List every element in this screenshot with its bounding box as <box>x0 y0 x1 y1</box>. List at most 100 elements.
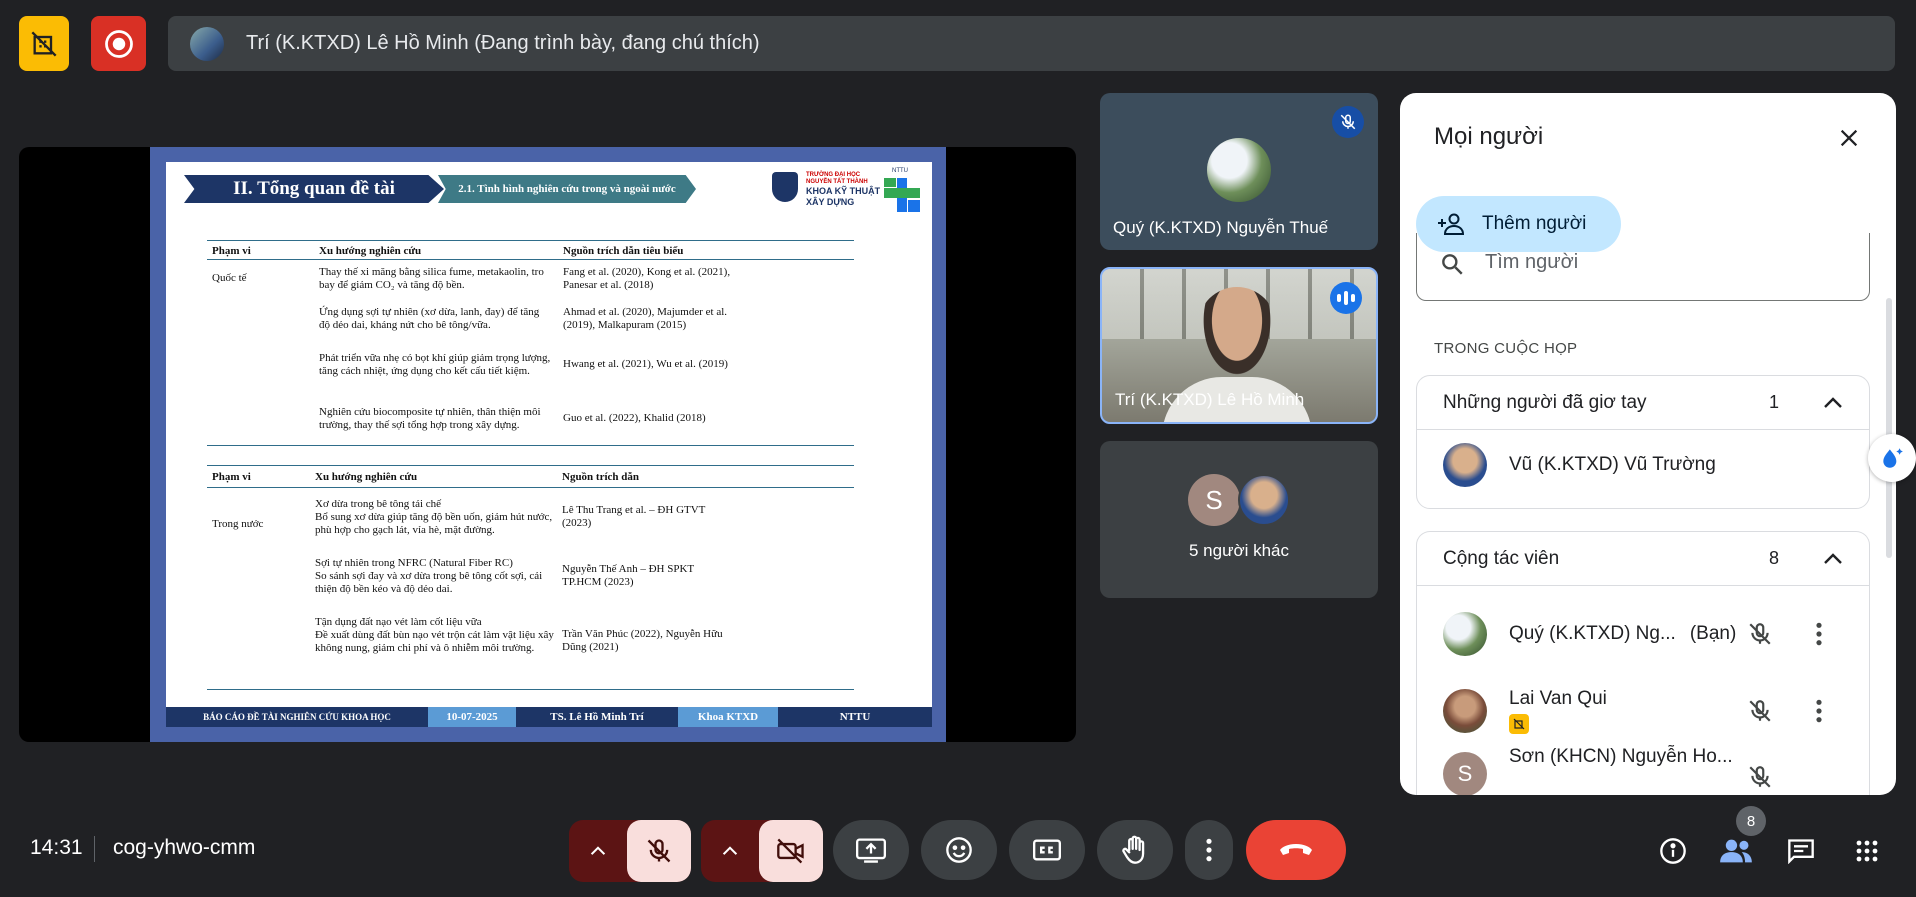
close-panel-button[interactable] <box>1832 121 1866 155</box>
videocam-off-icon <box>777 838 804 864</box>
meeting-info-button[interactable] <box>1651 829 1695 873</box>
table-cell: Sợi tự nhiên trong NFRC (Natural Fiber R… <box>315 557 543 595</box>
slide-subtitle: 2.1. Tình hình nghiên cứu trong và ngoài… <box>438 175 696 203</box>
slide-title: II. Tổng quan đề tài <box>184 175 444 203</box>
footer-brand: NTTU <box>839 711 871 723</box>
participant-name: Sơn (KHCN) Nguyễn Ho... <box>1509 746 1733 767</box>
video-off-badge-icon <box>1509 714 1529 734</box>
collaborators-header[interactable]: Cộng tác viên 8 <box>1417 532 1869 586</box>
table-cell: Trần Văn Phúc (2022), Nguyễn Hữu Dũng (2… <box>562 628 723 653</box>
participant-name: Quý (K.KTXD) Ng... <box>1509 623 1676 644</box>
presenter-video <box>1198 287 1276 383</box>
chevron-up-icon <box>1824 552 1842 564</box>
panel-scrollbar[interactable] <box>1886 298 1892 558</box>
more-vert-icon[interactable] <box>1815 698 1823 724</box>
raised-hands-label: Những người đã giơ tay <box>1443 391 1647 413</box>
stop-recording-button[interactable] <box>91 16 146 71</box>
intl-header-scope: Phạm vi <box>212 245 251 257</box>
intl-header-trend: Xu hướng nghiên cứu <box>319 245 422 257</box>
presentation-stage[interactable]: II. Tổng quan đề tài 2.1. Tình hình nghi… <box>19 147 1076 742</box>
mic-control <box>569 820 691 882</box>
raised-hands-header[interactable]: Những người đã giơ tay 1 <box>1417 376 1869 430</box>
list-item[interactable]: Lai Van Qui <box>1417 678 1871 744</box>
participant-tile-quy[interactable]: Quý (K.KTXD) Nguyễn Thuế <box>1100 93 1378 250</box>
captions-button[interactable] <box>1009 820 1085 880</box>
video-off-building-icon <box>31 31 57 56</box>
add-people-label: Thêm người <box>1482 213 1587 234</box>
raised-hands-count: 1 <box>1768 392 1779 412</box>
participant-name: Lai Van Qui <box>1509 688 1607 709</box>
droplet-sparkle-icon <box>1883 448 1903 468</box>
presenter-avatar <box>190 26 224 61</box>
more-vert-icon[interactable] <box>1815 621 1823 647</box>
record-icon <box>104 29 133 58</box>
sparkle-droplet-button[interactable] <box>1868 434 1916 482</box>
presenter-banner[interactable]: Trí (K.KTXD) Lê Hồ Minh (Đang trình bày,… <box>168 16 1895 71</box>
table-cell: Hwang et al. (2021), Wu et al. (2019) <box>563 358 728 370</box>
table-cell: Fang et al. (2020), Kong et al. (2021), … <box>563 266 731 291</box>
people-panel: Mọi người Tìm người Thêm người TRONG CUỘ… <box>1400 93 1896 795</box>
camera-control <box>701 820 823 882</box>
activities-button[interactable] <box>1845 829 1889 873</box>
mic-off-icon <box>1332 106 1364 138</box>
avatar: S <box>1188 474 1240 526</box>
footer-report: BÁO CÁO ĐỀ TÀI NGHIÊN CỨU KHOA HỌC <box>203 712 391 722</box>
close-icon <box>1840 129 1858 147</box>
table-cell: Lê Thu Trang et al. – ĐH GTVT (2023) <box>562 504 706 529</box>
slide: II. Tổng quan đề tài 2.1. Tình hình nghi… <box>150 147 946 742</box>
table-cell: Nghiên cứu biocomposite tự nhiên, thân t… <box>319 406 541 431</box>
participant-tile-tri[interactable]: Trí (K.KTXD) Lê Hồ Minh <box>1100 267 1378 424</box>
list-item[interactable]: Quý (K.KTXD) Ng... (Bạn) <box>1417 601 1871 667</box>
participant-name: Quý (K.KTXD) Nguyễn Thuế <box>1113 218 1329 237</box>
recording-badge[interactable] <box>19 16 69 71</box>
camera-toggle-button[interactable] <box>759 820 823 882</box>
chat-icon <box>1788 839 1814 864</box>
more-options-button[interactable] <box>1185 820 1233 880</box>
shield-icon <box>772 172 798 202</box>
avatar <box>1443 612 1487 656</box>
chevron-up-icon <box>590 846 606 855</box>
search-icon <box>1442 254 1463 275</box>
raised-hands-group: Những người đã giơ tay 1 Vũ (K.KTXD) Vũ … <box>1416 375 1870 509</box>
list-item[interactable]: Vũ (K.KTXD) Vũ Trường <box>1417 432 1871 498</box>
speaking-indicator-icon <box>1330 282 1362 314</box>
hand-icon <box>1122 835 1145 864</box>
avatar <box>1443 443 1487 487</box>
mic-options-button[interactable] <box>569 820 627 882</box>
mic-off-icon[interactable] <box>1747 764 1773 790</box>
section-label: TRONG CUỘC HỌP <box>1434 340 1578 357</box>
dom-header-source: Nguồn trích dẫn <box>562 471 640 483</box>
collaborators-label: Cộng tác viên <box>1443 547 1560 569</box>
footer-date: 10-07-2025 <box>428 707 516 727</box>
list-item[interactable]: S Sơn (KHCN) Nguyễn Ho... <box>1417 746 1871 795</box>
intl-scope: Quốc tế <box>212 272 247 284</box>
emoji-icon <box>946 837 972 863</box>
people-button[interactable] <box>1714 829 1758 873</box>
nttu-cross-icon <box>884 178 920 212</box>
info-icon <box>1660 838 1686 864</box>
add-people-button[interactable]: Thêm người <box>1416 196 1621 252</box>
university-logo: TRƯỜNG ĐẠI HỌC NGUYỄN TẤT THÀNH KHOA KỸ … <box>772 168 920 212</box>
table-rule <box>207 259 854 260</box>
mic-off-icon[interactable] <box>1747 698 1773 724</box>
mic-toggle-button[interactable] <box>627 820 691 882</box>
others-tile[interactable]: S 5 người khác <box>1100 441 1378 598</box>
leave-call-button[interactable] <box>1246 820 1346 880</box>
chat-button[interactable] <box>1779 829 1823 873</box>
reactions-button[interactable] <box>921 820 997 880</box>
others-label: 5 người khác <box>1188 541 1290 560</box>
mic-off-icon[interactable] <box>1747 621 1773 647</box>
you-tag: (Bạn) <box>1689 623 1737 644</box>
table-cell: Ahmad et al. (2020), Majumder et al. (20… <box>563 306 728 331</box>
dom-scope: Trong nước <box>212 518 264 530</box>
dom-header-scope: Phạm vi <box>212 471 251 483</box>
present-screen-button[interactable] <box>833 820 909 880</box>
camera-options-button[interactable] <box>701 820 759 882</box>
dom-header-trend: Xu hướng nghiên cứu <box>315 471 418 483</box>
chevron-up-icon <box>1824 396 1842 408</box>
call-end-icon <box>1280 844 1312 855</box>
raise-hand-button[interactable] <box>1097 820 1173 880</box>
table-rule <box>207 487 854 488</box>
table-rule <box>207 465 854 466</box>
table-cell: Xơ dừa trong bê tông tái chế Bổ sung xơ … <box>315 498 553 536</box>
